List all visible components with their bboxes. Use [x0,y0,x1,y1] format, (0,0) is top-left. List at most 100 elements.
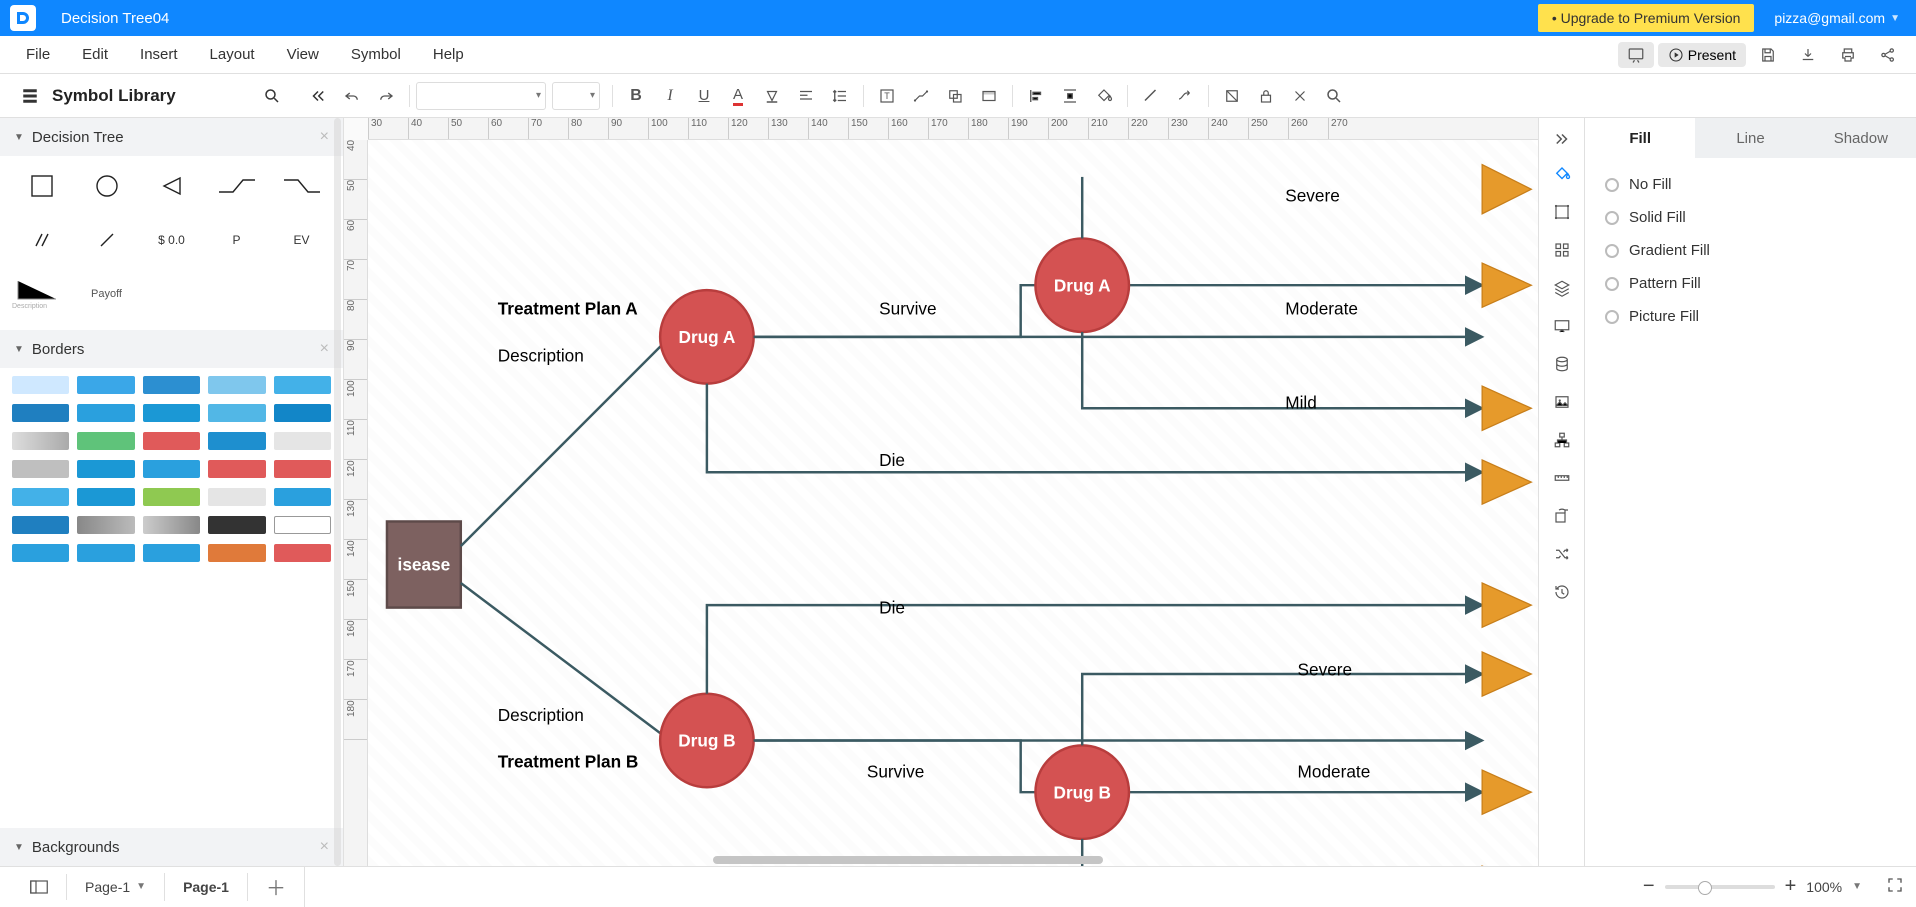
search-button[interactable] [1317,81,1351,111]
connector-button[interactable] [904,81,938,111]
ruler-tool-icon[interactable] [1544,460,1580,496]
border-item[interactable] [77,404,134,422]
zoom-out-button[interactable]: − [1643,875,1655,898]
shape-ev[interactable]: EV [272,220,331,260]
shape-cost[interactable]: $ 0.0 [142,220,201,260]
close-icon[interactable]: × [320,838,329,856]
shape-double-slash[interactable] [12,220,71,260]
shape-slash[interactable] [77,220,136,260]
font-family-select[interactable] [416,82,546,110]
fill-color-button[interactable] [1087,81,1121,111]
highlight-button[interactable] [755,81,789,111]
image-tool-icon[interactable] [1544,384,1580,420]
line-spacing-button[interactable] [823,81,857,111]
arrow-style-button[interactable] [1168,81,1202,111]
shape-triangle-left[interactable] [142,166,201,206]
upgrade-button[interactable]: • Upgrade to Premium Version [1538,4,1755,32]
border-item[interactable] [77,460,134,478]
tab-fill[interactable]: Fill [1585,118,1695,158]
layers-tool-icon[interactable] [1544,270,1580,306]
border-item[interactable] [274,432,331,450]
border-item[interactable] [274,376,331,394]
container-button[interactable] [972,81,1006,111]
border-item[interactable] [12,432,69,450]
grid-tool-icon[interactable] [1544,232,1580,268]
border-item[interactable] [143,544,200,562]
zoom-slider[interactable] [1665,885,1775,889]
border-item[interactable] [77,432,134,450]
border-item[interactable] [274,488,331,506]
menu-help[interactable]: Help [417,40,480,69]
border-item[interactable] [208,460,265,478]
sitemap-tool-icon[interactable] [1544,422,1580,458]
fill-option-gradient[interactable]: Gradient Fill [1605,242,1896,259]
undo-button[interactable] [335,81,369,111]
border-item[interactable] [274,404,331,422]
menu-edit[interactable]: Edit [66,40,124,69]
italic-button[interactable]: I [653,81,687,111]
fill-option-picture[interactable]: Picture Fill [1605,308,1896,325]
fullscreen-button[interactable] [1886,876,1904,897]
align-text-button[interactable] [789,81,823,111]
user-menu[interactable]: pizza@gmail.com ▼ [1774,10,1906,26]
section-backgrounds[interactable]: ▼ Backgrounds × [0,828,343,866]
border-item[interactable] [77,376,134,394]
border-item[interactable] [208,432,265,450]
border-item[interactable] [12,376,69,394]
bold-button[interactable]: B [619,81,653,111]
add-page-button[interactable]: ＋ [248,866,305,907]
border-item[interactable] [143,404,200,422]
shape-button[interactable] [938,81,972,111]
border-item[interactable] [208,544,265,562]
share-button[interactable] [1870,41,1906,69]
page-layout-toggle[interactable] [12,874,67,900]
presentation-tool-icon[interactable] [1544,308,1580,344]
save-button[interactable] [1750,41,1786,69]
border-item[interactable] [208,404,265,422]
border-item[interactable] [208,488,265,506]
zoom-level[interactable]: 100% [1806,879,1842,895]
border-item[interactable] [12,460,69,478]
menu-insert[interactable]: Insert [124,40,194,69]
menu-file[interactable]: File [10,40,66,69]
shape-payoff-label[interactable]: Payoff [77,274,136,314]
data-tool-icon[interactable] [1544,346,1580,382]
collapse-sidebar-button[interactable] [301,81,335,111]
menu-symbol[interactable]: Symbol [335,40,417,69]
section-decision-tree[interactable]: ▼ Decision Tree × [0,118,343,156]
border-item[interactable] [143,516,200,534]
shape-elbow-1[interactable] [207,166,266,206]
canvas[interactable]: isease Treatment Plan A Description Drug… [368,140,1538,866]
fill-option-solid[interactable]: Solid Fill [1605,209,1896,226]
font-size-select[interactable] [552,82,600,110]
border-item[interactable] [77,516,134,534]
menu-layout[interactable]: Layout [194,40,271,69]
fill-option-no-fill[interactable]: No Fill [1605,176,1896,193]
text-tool-button[interactable]: T [870,81,904,111]
border-item[interactable] [12,516,69,534]
shape-circle[interactable] [77,166,136,206]
page-selector[interactable]: Page-1 ▼ [67,873,165,901]
align-left-button[interactable] [1019,81,1053,111]
border-item[interactable] [12,404,69,422]
redo-button[interactable] [369,81,403,111]
line-style-button[interactable] [1134,81,1168,111]
fill-option-pattern[interactable]: Pattern Fill [1605,275,1896,292]
border-item[interactable] [274,544,331,562]
fill-tool-icon[interactable] [1544,156,1580,192]
border-item[interactable] [208,376,265,394]
section-borders[interactable]: ▼ Borders × [0,330,343,368]
border-item[interactable] [12,488,69,506]
border-item[interactable] [12,544,69,562]
print-button[interactable] [1830,41,1866,69]
history-tool-icon[interactable] [1544,574,1580,610]
crop-tool-icon[interactable] [1544,194,1580,230]
tab-line[interactable]: Line [1695,118,1805,158]
shape-elbow-2[interactable] [272,166,331,206]
font-color-button[interactable]: A [721,81,755,111]
presentation-mode-button[interactable] [1618,42,1654,68]
zoom-in-button[interactable]: + [1785,875,1797,898]
border-item[interactable] [143,432,200,450]
lock-button[interactable] [1249,81,1283,111]
present-button[interactable]: Present [1658,43,1746,67]
